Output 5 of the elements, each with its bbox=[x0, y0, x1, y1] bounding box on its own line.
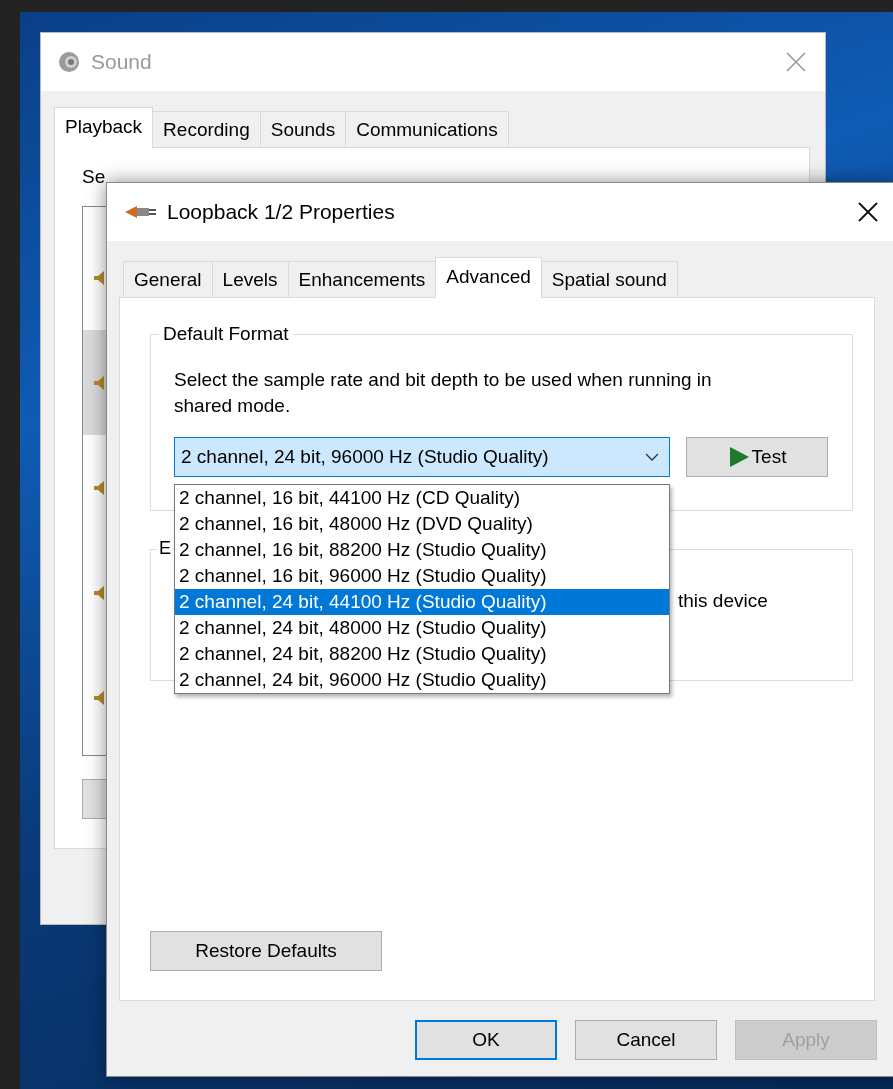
description-text: Select the sample rate and bit depth to be used when running in shared mode. bbox=[174, 368, 713, 418]
instruction-text: Se bbox=[82, 166, 107, 188]
window-title: Loopback 1/2 Properties bbox=[167, 200, 395, 224]
option-text: this device bbox=[678, 590, 768, 612]
window-title: Sound bbox=[91, 50, 152, 74]
